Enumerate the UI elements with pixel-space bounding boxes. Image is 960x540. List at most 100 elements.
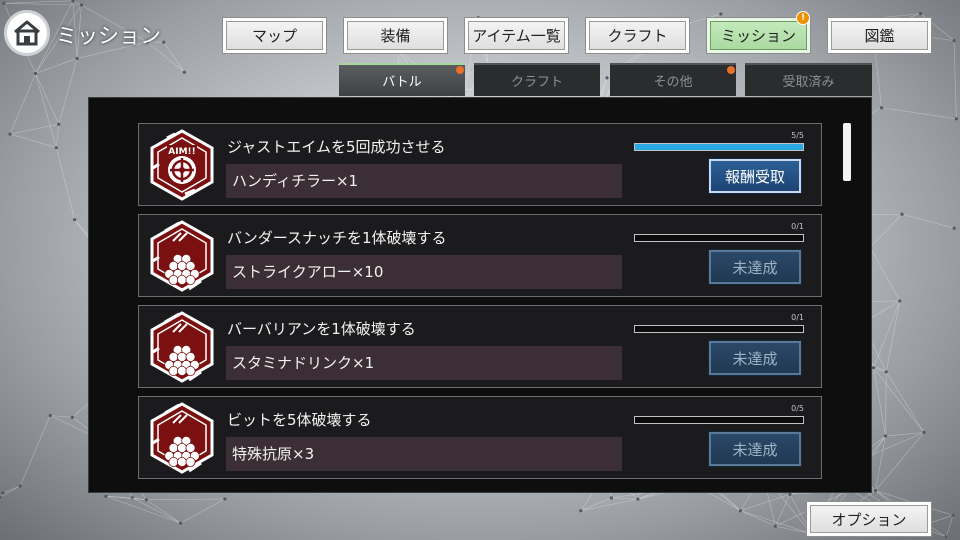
network-line [580, 498, 638, 511]
subtab-received[interactable]: 受取済み [745, 63, 872, 96]
network-node [719, 12, 723, 16]
network-line [35, 58, 78, 74]
network-node [883, 434, 888, 438]
claim-reward-button[interactable]: 報酬受取 [709, 159, 801, 193]
network-node [2, 1, 6, 5]
network-node [75, 56, 79, 61]
network-node [1, 491, 5, 495]
network-line [19, 415, 51, 487]
network-node [954, 117, 958, 121]
scrollbar[interactable] [843, 123, 851, 181]
network-line [55, 124, 60, 148]
network-line [873, 367, 886, 437]
network-node [884, 370, 888, 374]
network-node [900, 212, 904, 216]
tab-label: アイテム一覧 [472, 27, 561, 45]
progress-text: 0/5 [791, 404, 804, 413]
network-line [2, 485, 21, 494]
network-node [48, 413, 52, 418]
orb-icon [177, 366, 188, 377]
network-line [885, 300, 901, 372]
home-button[interactable] [4, 10, 50, 56]
tab-map[interactable]: マップ [222, 17, 327, 54]
network-node [609, 496, 614, 500]
subtab-label: その他 [653, 75, 693, 90]
network-node [944, 535, 948, 539]
orb-icon [185, 366, 196, 377]
notification-dot [456, 66, 464, 74]
network-line [163, 41, 185, 73]
orb-icon [185, 275, 196, 286]
network-node [952, 39, 956, 43]
aim-badge-icon: AIM!! [150, 129, 214, 201]
network-node [144, 498, 148, 502]
network-node [179, 521, 183, 525]
tab-label: 図鑑 [864, 27, 895, 45]
orb-icon [177, 457, 188, 468]
network-node [162, 40, 166, 44]
network-line [58, 58, 78, 125]
options-button[interactable]: オプション [806, 501, 932, 537]
orb-icon [168, 457, 179, 468]
aim-badge-text: AIM!! [168, 147, 195, 157]
incomplete-button[interactable]: 未達成 [709, 432, 801, 466]
mission-card: ビットを5体破壊する 特殊抗原×3 0/5 未達成 [138, 396, 822, 479]
network-node [951, 513, 955, 517]
notification-badge: ! [796, 11, 810, 25]
tab-craft[interactable]: クラフト [585, 17, 690, 54]
network-line [901, 213, 955, 229]
subtab-other[interactable]: その他 [610, 63, 736, 96]
mission-title: バンダースナッチを1体破壊する [227, 229, 447, 247]
network-node [952, 226, 956, 230]
mission-reward: スタミナドリンク×1 [226, 346, 622, 380]
network-node [879, 106, 884, 110]
network-line [953, 40, 957, 119]
network-node [636, 497, 640, 501]
mission-card: バーバリアンを1体破壊する スタミナドリンク×1 0/1 未達成 [138, 305, 822, 388]
tab-item-list[interactable]: アイテム一覧 [464, 17, 569, 54]
mission-reward: 特殊抗原×3 [226, 437, 622, 471]
progress-bar [634, 143, 804, 151]
network-line [881, 107, 957, 120]
tab-label: マップ [251, 27, 297, 45]
network-node [872, 366, 876, 370]
incomplete-button[interactable]: 未達成 [709, 250, 801, 284]
network-line [146, 499, 181, 524]
tab-equipment[interactable]: 装備 [343, 17, 448, 54]
network-line [105, 495, 147, 501]
network-node [104, 494, 108, 498]
progress-text: 5/5 [791, 131, 804, 140]
network-line [885, 371, 887, 437]
progress-bar [634, 325, 804, 333]
network-node [788, 492, 792, 496]
tab-label: クラフト [607, 27, 668, 45]
tab-mission[interactable]: ミッション ! [706, 11, 811, 54]
network-line [105, 495, 181, 524]
network-line [611, 497, 638, 500]
home-icon [14, 20, 40, 46]
network-line [35, 73, 57, 148]
network-node [898, 299, 902, 303]
network-node [33, 71, 38, 76]
network-node [54, 146, 58, 150]
progress-bar [634, 416, 804, 424]
network-node [70, 415, 74, 419]
network-line [740, 494, 791, 511]
orb-icon [185, 457, 196, 468]
mission-card: バンダースナッチを1体破壊する ストライクアロー×10 0/1 未達成 [138, 214, 822, 297]
subtab-label: 受取済み [782, 75, 835, 90]
network-line [9, 133, 57, 148]
network-line [55, 147, 75, 220]
network-line [885, 371, 925, 433]
network-line [146, 498, 225, 501]
tab-label: 装備 [380, 27, 411, 45]
incomplete-button[interactable]: 未達成 [709, 341, 801, 375]
subtab-battle[interactable]: バトル [339, 63, 465, 96]
mission-title: ビットを5体破壊する [227, 411, 372, 429]
destroy-badge-icon [150, 311, 214, 383]
tab-encyclopedia[interactable]: 図鑑 [827, 17, 932, 54]
network-node [605, 76, 609, 80]
subtab-craft[interactable]: クラフト [474, 63, 600, 96]
network-line [580, 497, 612, 511]
network-node [918, 12, 923, 16]
